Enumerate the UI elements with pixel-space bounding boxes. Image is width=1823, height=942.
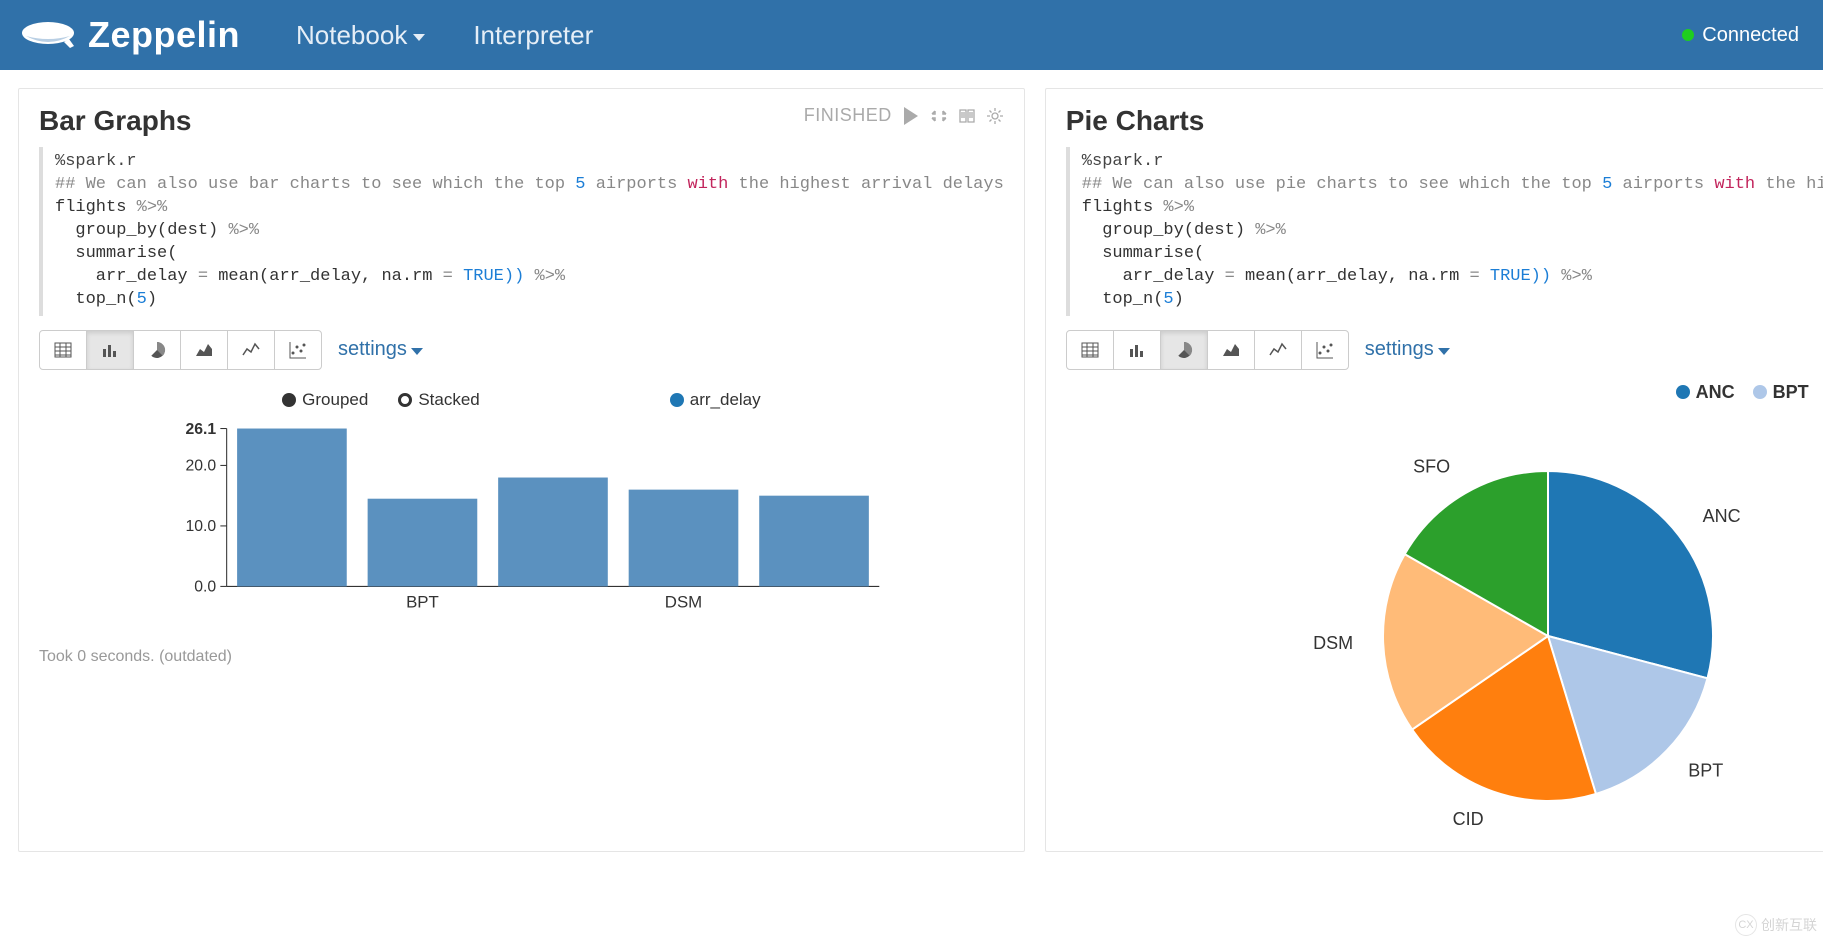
pie-legend-item[interactable]: ANC	[1676, 382, 1735, 403]
bar-chart-svg: 0.0 10.0 20.0 26.1 BPT DSM	[39, 418, 1004, 618]
viz-type-buttons	[1066, 330, 1349, 370]
legend-dot-icon	[1676, 385, 1690, 399]
viz-pie-button[interactable]	[1160, 330, 1208, 370]
viz-bar-button[interactable]	[86, 330, 134, 370]
legend-dot-icon	[1753, 385, 1767, 399]
viz-scatter-button[interactable]	[1301, 330, 1349, 370]
bar-chart: Grouped Stacked arr_delay 0.0 10.0 20.0 26.…	[39, 390, 1004, 618]
code-editor[interactable]: %spark.r ## We can also use bar charts t…	[39, 147, 1004, 316]
nav-links: Notebook Interpreter	[296, 20, 593, 51]
brand[interactable]: Zeppelin	[20, 14, 240, 56]
collapse-icon[interactable]	[930, 107, 948, 125]
viz-area-button[interactable]	[180, 330, 228, 370]
book-icon[interactable]	[958, 107, 976, 125]
paragraph-footer: Took 0 seconds. (outdated)	[39, 648, 1004, 666]
settings-label: settings	[1365, 338, 1434, 361]
series-legend[interactable]: arr_delay	[670, 390, 761, 410]
notebook-body: Bar Graphs FINISHED %spark.r ## We can a…	[0, 70, 1823, 870]
viz-scatter-button[interactable]	[274, 330, 322, 370]
svg-text:BPT: BPT	[406, 592, 439, 611]
svg-text:SFO: SFO	[1413, 456, 1450, 476]
svg-text:DSM: DSM	[665, 592, 702, 611]
nav-interpreter[interactable]: Interpreter	[473, 20, 593, 51]
paragraph-title[interactable]: Bar Graphs	[39, 105, 192, 137]
paragraph-pie-charts: Pie Charts FINISHED %spark.r ## We can a…	[1045, 88, 1823, 852]
dot-ring-icon	[398, 393, 412, 407]
nav-notebook-label: Notebook	[296, 20, 407, 51]
viz-pie-button[interactable]	[133, 330, 181, 370]
status-dot-icon	[1682, 29, 1694, 41]
connection-status: Connected	[1682, 24, 1799, 47]
pie-legend-item[interactable]: BPT	[1753, 382, 1809, 403]
mode-grouped[interactable]: Grouped	[282, 390, 368, 410]
nav-notebook[interactable]: Notebook	[296, 20, 425, 51]
mode-stacked[interactable]: Stacked	[398, 390, 479, 410]
paragraph-bar-graphs: Bar Graphs FINISHED %spark.r ## We can a…	[18, 88, 1025, 852]
svg-text:10.0: 10.0	[185, 518, 216, 535]
nav-interpreter-label: Interpreter	[473, 20, 593, 51]
svg-text:CID: CID	[1453, 809, 1484, 829]
gear-icon[interactable]	[986, 107, 1004, 125]
svg-text:26.1: 26.1	[185, 420, 216, 437]
top-navbar: Zeppelin Notebook Interpreter Connected	[0, 0, 1823, 70]
chevron-down-icon	[413, 34, 425, 41]
dot-series-icon	[670, 393, 684, 407]
chevron-down-icon	[411, 348, 423, 355]
svg-text:20.0: 20.0	[185, 457, 216, 474]
connection-label: Connected	[1702, 24, 1799, 47]
viz-table-button[interactable]	[1066, 330, 1114, 370]
paragraph-title[interactable]: Pie Charts	[1066, 105, 1205, 137]
run-icon[interactable]	[902, 107, 920, 125]
svg-text:BPT: BPT	[1688, 760, 1723, 780]
viz-line-button[interactable]	[1254, 330, 1302, 370]
status-badge: FINISHED	[804, 105, 892, 126]
brand-name: Zeppelin	[88, 14, 240, 56]
svg-text:0.0: 0.0	[194, 578, 216, 595]
watermark: CX创新互联	[1735, 914, 1817, 936]
pie-chart: ANC BPT CID DSM SFO ANC BPT CID DSM SFO	[1066, 382, 1823, 831]
viz-area-button[interactable]	[1207, 330, 1255, 370]
viz-type-buttons	[39, 330, 322, 370]
pie-legend: ANCBPTCIDDSMSFO	[1066, 382, 1823, 403]
settings-toggle[interactable]: settings	[338, 338, 423, 361]
svg-text:DSM: DSM	[1313, 633, 1353, 653]
svg-text:ANC: ANC	[1703, 506, 1741, 526]
viz-bar-button[interactable]	[1113, 330, 1161, 370]
pie-chart-svg: ANC BPT CID DSM SFO	[1288, 411, 1808, 831]
dot-filled-icon	[282, 393, 296, 407]
viz-line-button[interactable]	[227, 330, 275, 370]
settings-toggle[interactable]: settings	[1365, 338, 1450, 361]
settings-label: settings	[338, 338, 407, 361]
code-editor[interactable]: %spark.r ## We can also use pie charts t…	[1066, 147, 1823, 316]
zeppelin-logo-icon	[20, 18, 76, 52]
viz-table-button[interactable]	[39, 330, 87, 370]
chevron-down-icon	[1438, 348, 1450, 355]
